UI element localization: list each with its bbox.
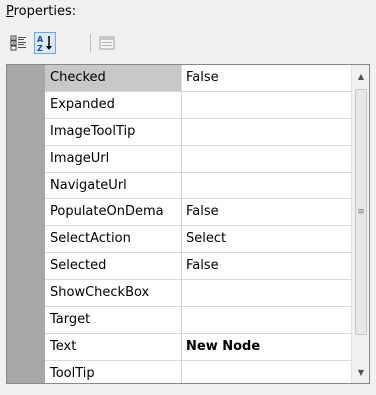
property-row-expanded[interactable]: Expanded xyxy=(45,91,351,119)
property-value[interactable] xyxy=(182,280,351,306)
property-name[interactable]: Checked xyxy=(45,65,182,91)
property-value[interactable] xyxy=(182,361,351,383)
property-name[interactable]: ImageToolTip xyxy=(45,118,182,145)
categorized-button[interactable] xyxy=(8,32,30,54)
property-name[interactable]: Text xyxy=(45,333,182,360)
property-value[interactable] xyxy=(182,173,351,199)
property-name[interactable]: Target xyxy=(45,307,182,333)
scrollbar-thumb[interactable]: ≡ xyxy=(355,89,367,335)
categorized-icon xyxy=(10,35,26,51)
svg-text:A: A xyxy=(37,35,44,44)
property-list: Checked False Expanded ImageToolTip Imag… xyxy=(45,65,351,383)
property-name[interactable]: ShowCheckBox xyxy=(45,280,182,307)
panel-title-text: roperties: xyxy=(13,4,77,19)
property-pages-icon xyxy=(99,36,115,50)
property-name[interactable]: ToolTip xyxy=(45,360,182,383)
panel-title-accelerator: P xyxy=(6,4,14,19)
property-value[interactable]: Select xyxy=(182,226,351,252)
panel-title: Properties: xyxy=(6,3,76,21)
property-row-checked[interactable]: Checked False xyxy=(45,65,351,92)
property-value[interactable] xyxy=(182,146,351,172)
property-value[interactable]: False xyxy=(182,199,351,225)
property-grid: Checked False Expanded ImageToolTip Imag… xyxy=(6,64,370,384)
vertical-scrollbar[interactable]: ▲ ≡ ▼ xyxy=(351,65,369,383)
property-row-selectaction[interactable]: SelectAction Select xyxy=(45,226,351,254)
property-row-selected[interactable]: Selected False xyxy=(45,253,351,281)
property-row-imagetooltip[interactable]: ImageToolTip xyxy=(45,118,351,146)
property-value[interactable]: False xyxy=(182,65,351,91)
scroll-down-icon[interactable]: ▼ xyxy=(352,363,369,381)
properties-toolbar: A Z xyxy=(6,28,370,58)
property-value[interactable] xyxy=(182,92,351,118)
property-name[interactable]: ImageUrl xyxy=(45,145,182,172)
property-row-showcheckbox[interactable]: ShowCheckBox xyxy=(45,280,351,308)
grip-icon: ≡ xyxy=(357,206,365,217)
property-value[interactable]: New Node xyxy=(182,334,351,360)
property-row-target[interactable]: Target xyxy=(45,307,351,334)
property-row-imageurl[interactable]: ImageUrl xyxy=(45,145,351,173)
property-name[interactable]: SelectAction xyxy=(45,226,182,253)
property-name[interactable]: Expanded xyxy=(45,91,182,118)
property-value[interactable] xyxy=(182,307,351,333)
alphabetical-button[interactable]: A Z xyxy=(34,32,56,54)
property-row-populateondemand[interactable]: PopulateOnDema False xyxy=(45,199,351,227)
property-value[interactable]: False xyxy=(182,253,351,279)
property-name[interactable]: Selected xyxy=(45,253,182,280)
property-name[interactable]: NavigateUrl xyxy=(45,172,182,199)
svg-text:Z: Z xyxy=(37,44,43,52)
scroll-up-icon[interactable]: ▲ xyxy=(352,67,369,85)
property-row-text[interactable]: Text New Node xyxy=(45,333,351,361)
property-pages-button[interactable] xyxy=(96,32,118,54)
property-row-tooltip[interactable]: ToolTip xyxy=(45,360,351,383)
alphabetical-sort-icon: A Z xyxy=(37,35,52,52)
property-grid-gutter xyxy=(7,65,45,383)
toolbar-separator xyxy=(90,34,91,52)
property-value[interactable] xyxy=(182,119,351,145)
property-row-navigateurl[interactable]: NavigateUrl xyxy=(45,172,351,200)
property-name[interactable]: PopulateOnDema xyxy=(45,199,182,226)
